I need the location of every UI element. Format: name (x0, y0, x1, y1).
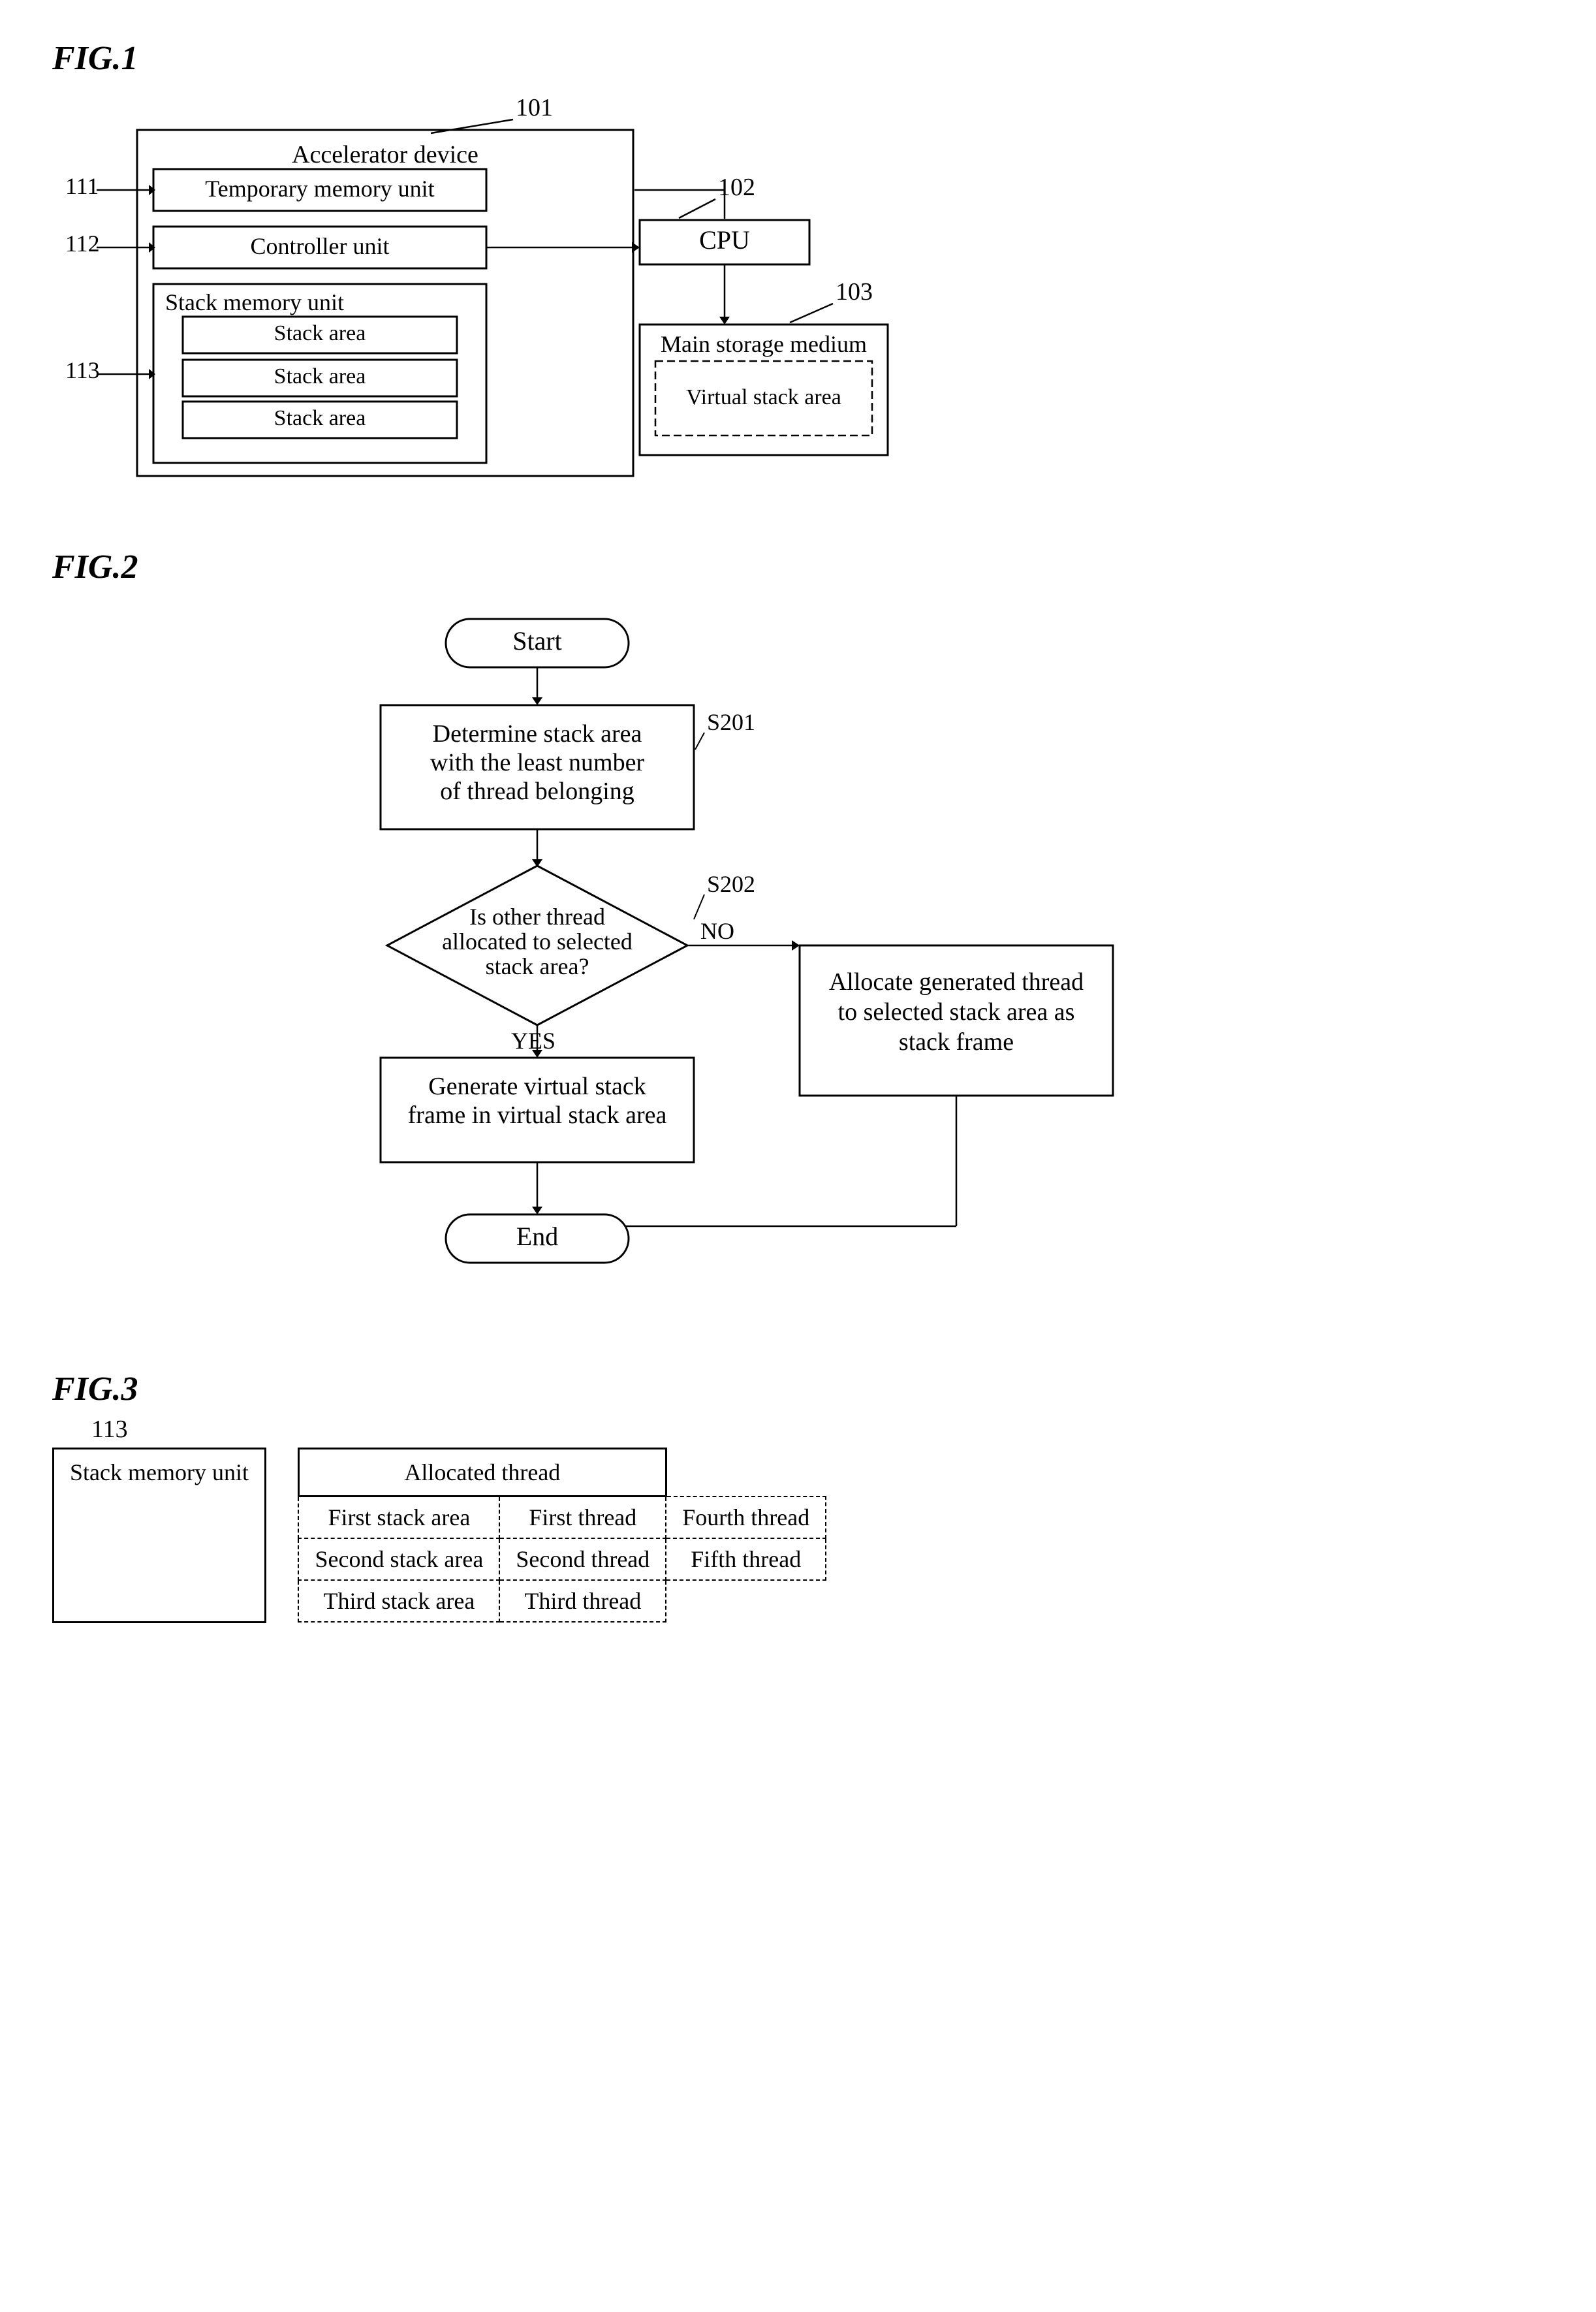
stack-memory-label: Stack memory unit (165, 289, 344, 315)
s202-text-line1: Is other thread (469, 904, 605, 930)
second-stack-area: Second stack area (298, 1538, 499, 1580)
allocated-thread-header: Allocated thread (404, 1459, 560, 1485)
s203-text-line2: frame in virtual stack area (407, 1101, 666, 1129)
fig1-section: FIG.1 101 Accelerator device Temporary m… (52, 39, 1544, 496)
label-111: 111 (65, 173, 99, 199)
end-label: End (516, 1222, 557, 1251)
s204-text-line3: stack frame (898, 1028, 1013, 1056)
second-thread: Second thread (499, 1538, 666, 1580)
fig3-table-wrapper: 113 Stack memory unit Allocated thread (52, 1448, 1544, 1623)
s204-text-line2: to selected stack area as (837, 998, 1074, 1026)
s204-text-line1: Allocate generated thread (828, 968, 1083, 996)
main-storage-label: Main storage medium (661, 331, 867, 357)
first-thread: First thread (499, 1496, 666, 1539)
empty-cell (666, 1580, 826, 1622)
fig2-flowchart: Start Determine stack area with the leas… (80, 599, 1516, 1318)
ref-101: 101 (516, 94, 553, 121)
s201-text-line3: of thread belonging (440, 778, 634, 805)
fig3-section: FIG.3 113 Stack memory unit Allocated th… (52, 1370, 1544, 1623)
stack-area-2-label: Stack area (274, 364, 366, 388)
start-label: Start (512, 626, 562, 656)
s202-text-line3: stack area? (485, 953, 589, 979)
temporary-memory-label: Temporary memory unit (205, 176, 434, 202)
stack-area-1-label: Stack area (274, 321, 366, 345)
s203-text-line1: Generate virtual stack (428, 1073, 646, 1100)
label-113: 113 (65, 357, 100, 383)
virtual-stack-label: Virtual stack area (686, 385, 841, 409)
fig3-table: Stack memory unit Allocated thread First… (52, 1448, 826, 1623)
s201-text-line1: Determine stack area (432, 720, 642, 748)
third-stack-area: Third stack area (298, 1580, 499, 1622)
ref-113: 113 (91, 1415, 128, 1444)
fig2-label: FIG.2 (52, 548, 1544, 586)
first-stack-area: First stack area (298, 1496, 499, 1539)
stack-memory-unit-header: Stack memory unit (70, 1459, 249, 1485)
spacer-2 (265, 1538, 298, 1580)
label-112: 112 (65, 230, 100, 257)
s201-step-label: S201 (707, 709, 755, 735)
accelerator-label: Accelerator device (292, 141, 478, 168)
table-header-row: Stack memory unit Allocated thread (54, 1449, 826, 1496)
s201-text-line2: with the least number (430, 749, 644, 776)
fig3-label: FIG.3 (52, 1370, 1544, 1408)
controller-label: Controller unit (251, 233, 390, 259)
fourth-thread: Fourth thread (666, 1496, 826, 1539)
col1-header-cell: Stack memory unit (54, 1449, 266, 1623)
no-label: NO (700, 918, 734, 944)
s202-step-label: S202 (707, 871, 755, 897)
stack-area-3-label: Stack area (274, 406, 366, 430)
fig2-section: FIG.2 Start Determine stack area with th… (52, 548, 1544, 1318)
s202-text-line2: allocated to selected (442, 928, 633, 955)
ref-103: 103 (836, 278, 873, 306)
ref-102: 102 (718, 174, 755, 201)
col2-header-cell: Allocated thread (298, 1449, 666, 1496)
spacer-1 (265, 1496, 298, 1539)
cpu-label: CPU (699, 225, 750, 255)
fifth-thread: Fifth thread (666, 1538, 826, 1580)
fig1-label: FIG.1 (52, 39, 1544, 78)
spacer-3 (265, 1580, 298, 1622)
spacer-cell-1 (265, 1449, 298, 1496)
third-thread: Third thread (499, 1580, 666, 1622)
